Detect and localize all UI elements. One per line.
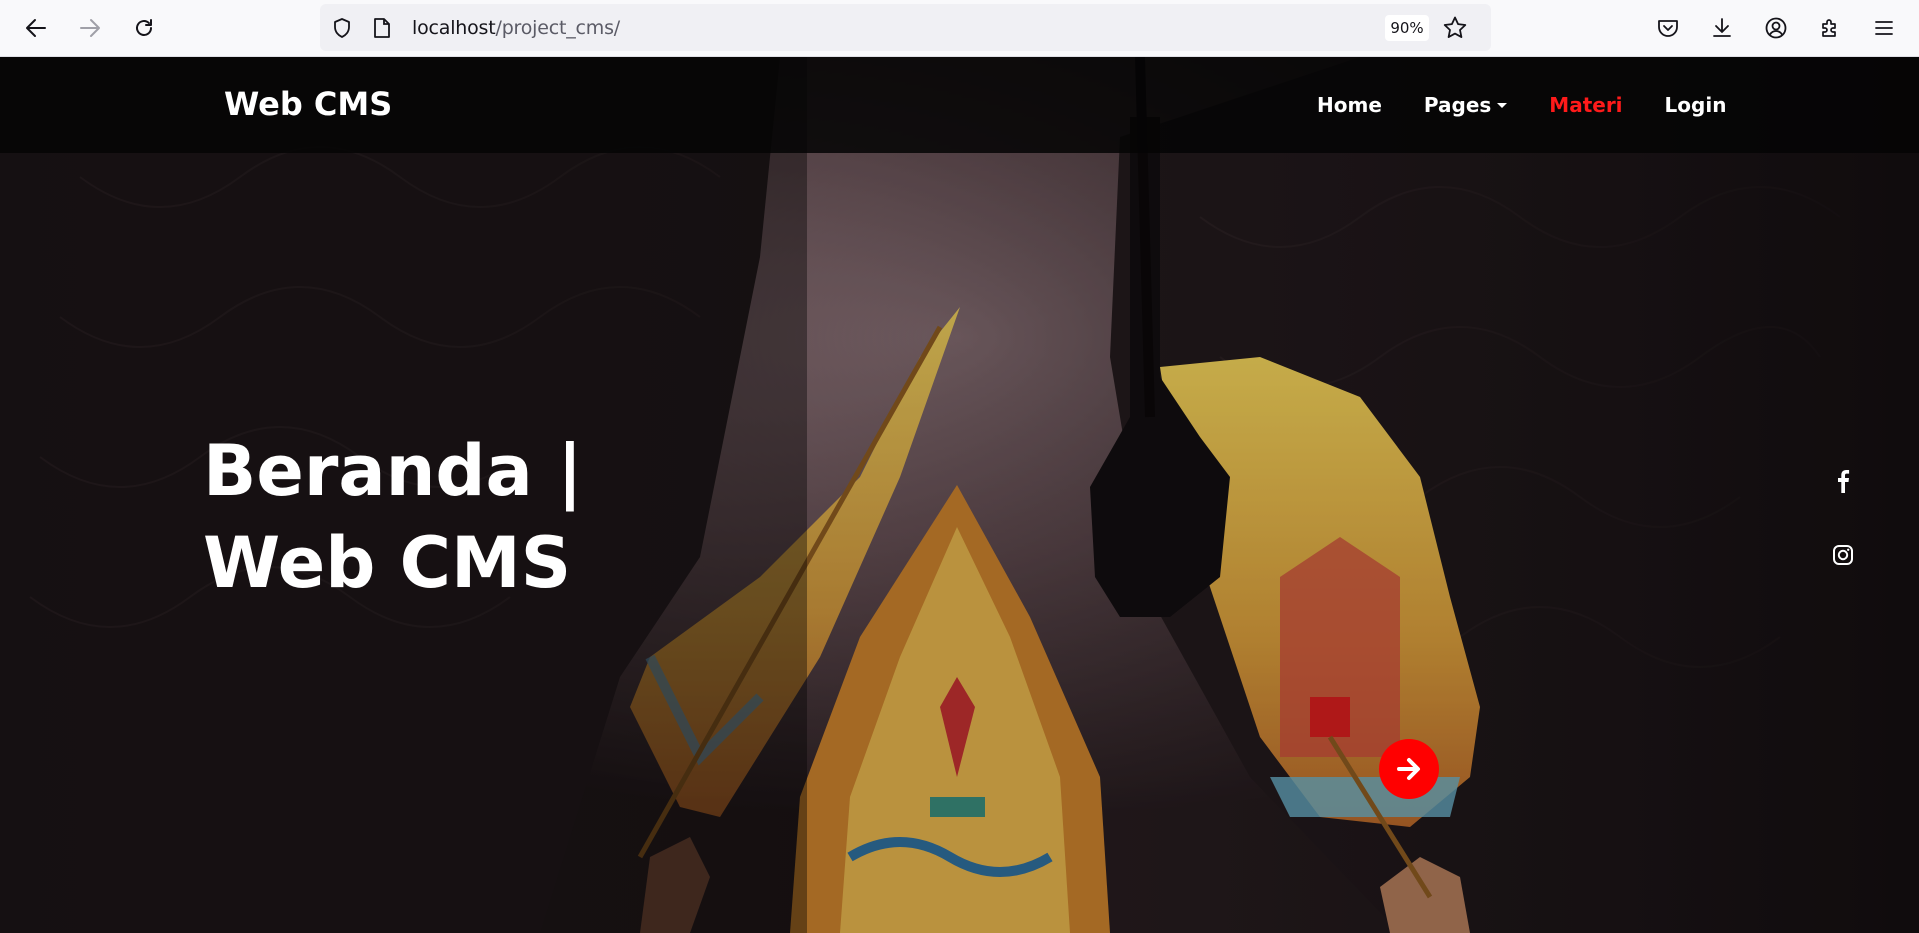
pocket-icon (1658, 20, 1678, 37)
zoom-level-badge[interactable]: 90% (1385, 15, 1429, 41)
account-button[interactable] (1760, 12, 1792, 44)
nav-item-pages[interactable]: Pages (1423, 93, 1508, 117)
arrow-right-icon (1397, 758, 1420, 780)
menu-icon (1875, 21, 1893, 35)
shield-icon[interactable] (331, 17, 353, 43)
nav-item-home[interactable]: Home (1317, 93, 1382, 117)
nav-item-label: Materi (1549, 93, 1623, 117)
site-navbar: Web CMS Home Pages Materi Login (0, 57, 1919, 153)
nav-item-login[interactable]: Login (1665, 93, 1727, 117)
url-text[interactable]: localhost/project_cms/ (412, 17, 620, 39)
nav-item-label: Login (1664, 93, 1727, 117)
extensions-button[interactable] (1814, 12, 1846, 44)
site-brand[interactable]: Web CMS (224, 85, 392, 123)
nav-item-label: Home (1317, 93, 1382, 117)
nav-item-materi[interactable]: Materi (1549, 93, 1622, 117)
facebook-link[interactable] (1829, 467, 1857, 495)
hero-title-line-2: Web CMS (203, 522, 572, 604)
downloads-button[interactable] (1706, 12, 1738, 44)
instagram-icon (1833, 545, 1853, 565)
page-icon[interactable] (372, 17, 392, 43)
bookmark-star-icon (1443, 16, 1467, 38)
page-content: Web CMS Home Pages Materi Login Beranda … (0, 57, 1919, 933)
nav-item-label: Pages (1423, 93, 1492, 117)
account-icon (1765, 17, 1787, 39)
forward-arrow-icon (80, 19, 100, 37)
hero-title: Beranda | Web CMS (203, 425, 763, 609)
url-host: localhost (412, 17, 496, 39)
hero-title-line-1: Beranda | (203, 430, 583, 512)
download-icon (1713, 18, 1731, 37)
reload-button[interactable] (128, 12, 160, 44)
instagram-link[interactable] (1829, 541, 1857, 569)
pocket-button[interactable] (1652, 12, 1684, 44)
bookmark-button[interactable] (1440, 14, 1470, 42)
caret-down-icon (1497, 102, 1508, 108)
browser-toolbar: localhost/project_cms/ 90% (0, 0, 1919, 57)
nav-menu: Home Pages Materi Login (1317, 93, 1768, 117)
hero-next-button[interactable] (1379, 739, 1439, 799)
back-button[interactable] (20, 12, 52, 44)
facebook-icon (1838, 470, 1850, 493)
back-arrow-icon (26, 19, 46, 37)
address-bar[interactable]: localhost/project_cms/ 90% (320, 4, 1491, 51)
forward-button[interactable] (74, 12, 106, 44)
url-path: /project_cms/ (495, 17, 621, 39)
app-menu-button[interactable] (1868, 12, 1900, 44)
reload-icon (136, 19, 152, 36)
extensions-icon (1822, 19, 1836, 37)
